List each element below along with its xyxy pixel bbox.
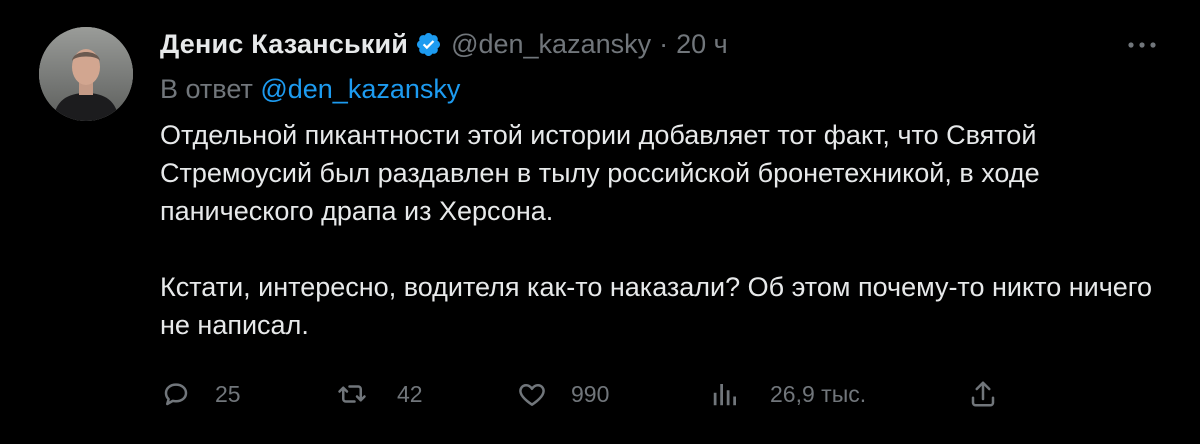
reply-mention-link[interactable]: @den_kazansky [260,74,460,104]
more-options-button[interactable] [1124,34,1160,56]
tweet[interactable]: Денис Казанський @den_kazansky · 20 ч В … [0,0,1200,444]
share-button[interactable] [968,374,998,414]
timestamp[interactable]: 20 ч [676,26,728,62]
reply-count: 25 [215,380,241,407]
tweet-paragraph: Кстати, интересно, водителя как-то наказ… [160,272,1153,340]
reply-context: В ответ @den_kazansky [160,71,460,107]
like-count: 990 [571,380,610,407]
views-button[interactable]: 26,9 тыс. [710,374,866,414]
action-bar: 25 42 990 26,9 тыс. [0,374,1200,414]
tweet-header: Денис Казанський @den_kazansky · 20 ч [160,26,728,62]
reply-icon [164,383,188,406]
handle[interactable]: @den_kazansky [451,26,651,62]
retweet-icon [338,385,366,403]
views-count: 26,9 тыс. [770,380,867,407]
retweet-count: 42 [397,380,423,407]
retweet-button[interactable]: 42 [337,374,423,414]
reply-button[interactable]: 25 [161,374,241,414]
verified-badge-icon [417,32,441,56]
tweet-text: Отдельной пикантности этой истории добав… [160,116,1170,344]
heart-icon [519,384,545,406]
like-button[interactable]: 990 [517,374,609,414]
more-horizontal-icon [1128,42,1156,48]
reply-prefix: В ответ [160,74,253,104]
tweet-paragraph: Отдельной пикантности этой истории добав… [160,120,1040,226]
share-upload-icon [971,381,995,407]
separator-dot: · [659,29,669,59]
user-avatar-photo [39,27,133,121]
avatar[interactable] [39,27,133,121]
display-name[interactable]: Денис Казанський [160,26,408,62]
analytics-bar-icon [713,384,736,406]
